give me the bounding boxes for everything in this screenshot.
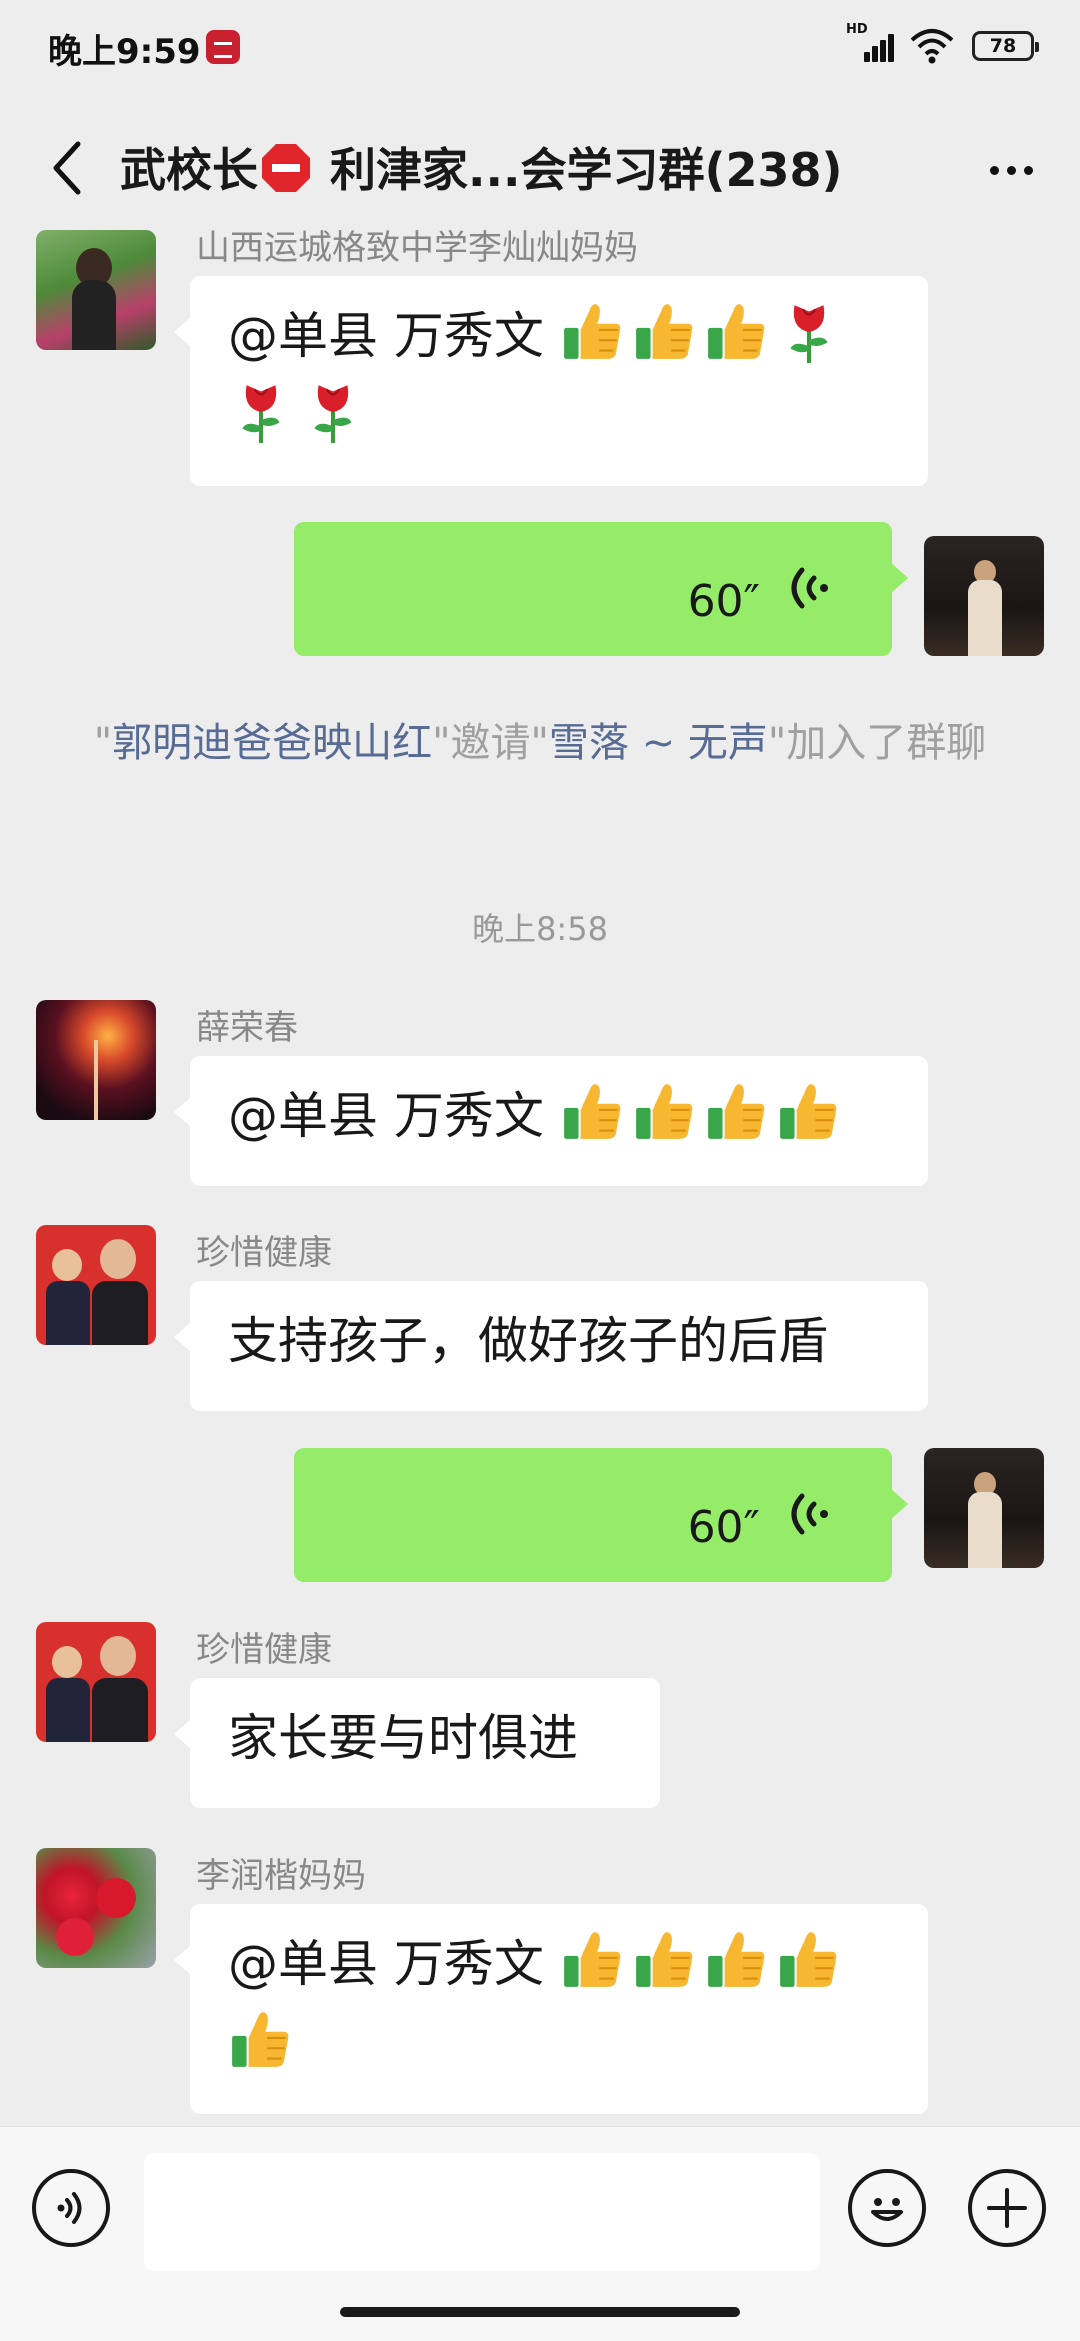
input-bar [0, 2126, 1080, 2341]
rose-icon [228, 379, 294, 445]
inviter-name[interactable]: 郭明迪爸爸映山红 [112, 720, 432, 766]
emoji-button[interactable] [848, 2169, 926, 2247]
avatar[interactable] [36, 1225, 156, 1345]
system-message: "郭明迪爸爸映山红"邀请"雪落 ~ 无声"加入了群聊 [93, 720, 987, 766]
voice-wave-icon [791, 567, 828, 609]
rose-icon [776, 299, 842, 365]
voice-duration: 60″ [687, 1502, 760, 1553]
message-text: @单县 万秀文 [228, 1087, 560, 1145]
thumbs-up-icon [560, 1079, 626, 1145]
message-bubble[interactable]: @单县 万秀文 [174, 1056, 928, 1186]
more-dot-icon [1006, 165, 1016, 175]
home-indicator[interactable] [340, 2307, 740, 2317]
rose-icon [300, 379, 366, 445]
message-text: 支持孩子，做好孩子的后盾 [228, 1312, 828, 1370]
stop-sign-icon [262, 144, 310, 192]
thumbs-up-icon [776, 1079, 842, 1145]
voice-message-bubble[interactable]: 60″ [294, 522, 908, 656]
avatar[interactable] [924, 1448, 1044, 1568]
status-icons: HD 78 [846, 22, 1039, 66]
voice-message-bubble[interactable]: 60″ [294, 1448, 908, 1582]
battery-level: 78 [989, 35, 1017, 57]
sender-name: 珍惜健康 [196, 1630, 332, 1670]
voice-input-button[interactable] [32, 2169, 110, 2247]
message-list[interactable]: 山西运城格致中学李灿灿妈妈 @单县 万秀文 60″ "郭明迪爸爸映山红"邀请"雪… [0, 230, 1080, 2126]
app-notification-icon [206, 30, 240, 64]
thumbs-up-icon [560, 299, 626, 365]
chat-title: 武校长 利津家...会学习群(238) [120, 138, 950, 202]
more-dot-icon [989, 165, 999, 175]
thumbs-up-icon [632, 1927, 698, 1993]
thumbs-up-icon [632, 299, 698, 365]
sender-name: 山西运城格致中学李灿灿妈妈 [196, 230, 638, 268]
voice-duration: 60″ [687, 576, 760, 627]
sender-name: 珍惜健康 [196, 1233, 332, 1273]
signal-icon: HD [846, 22, 894, 66]
avatar[interactable] [36, 230, 156, 350]
avatar[interactable] [924, 536, 1044, 656]
plus-icon [987, 2188, 1027, 2228]
chat-header: 武校长 利津家...会学习群(238) [0, 110, 1080, 230]
battery-icon: 78 [972, 31, 1039, 61]
chat-title-suffix: 利津家...会学习群(238) [330, 143, 843, 197]
invite-tail: 加入了群聊 [786, 720, 987, 766]
chat-title-prefix: 武校长 [120, 143, 258, 197]
voice-wave-icon [57, 2192, 82, 2224]
thumbs-up-icon [560, 1927, 626, 1993]
avatar[interactable] [36, 1848, 156, 1968]
message-bubble[interactable]: @单县 万秀文 [174, 1904, 928, 2114]
more-options-button[interactable] [976, 142, 1046, 198]
thumbs-up-icon [632, 1079, 698, 1145]
message-text: @单县 万秀文 [228, 307, 560, 365]
network-type-label: HD [846, 22, 868, 37]
smiley-icon [871, 2198, 903, 2221]
message-text: @单县 万秀文 [228, 1935, 560, 1993]
message-bubble[interactable]: @单县 万秀文 [174, 276, 928, 486]
sender-name: 李润楷妈妈 [196, 1856, 366, 1896]
status-bar: 晚上9:59 HD 78 [0, 0, 1080, 96]
status-time: 晚上9:59 [48, 32, 201, 72]
message-timestamp: 晚上8:58 [472, 910, 608, 948]
sender-name: 薛荣春 [196, 1008, 298, 1048]
chevron-left-icon [53, 141, 81, 195]
voice-wave-icon [791, 1493, 828, 1535]
more-functions-button[interactable] [968, 2169, 1046, 2247]
thumbs-up-icon [704, 299, 770, 365]
thumbs-up-icon [776, 1927, 842, 1993]
thumbs-up-icon [704, 1079, 770, 1145]
message-text: 家长要与时俱进 [228, 1709, 578, 1767]
wifi-icon [910, 29, 954, 64]
more-dot-icon [1023, 165, 1033, 175]
message-bubble[interactable]: 家长要与时俱进 [174, 1678, 660, 1808]
back-button[interactable] [38, 138, 98, 198]
message-input[interactable] [144, 2153, 820, 2271]
avatar[interactable] [36, 1622, 156, 1742]
thumbs-up-icon [704, 1927, 770, 1993]
invitee-name[interactable]: 雪落 ~ 无声 [549, 720, 768, 766]
invite-verb: 邀请 [450, 720, 531, 766]
message-bubble[interactable]: 支持孩子，做好孩子的后盾 [174, 1281, 928, 1411]
avatar[interactable] [36, 1000, 156, 1120]
thumbs-up-icon [228, 2007, 294, 2073]
